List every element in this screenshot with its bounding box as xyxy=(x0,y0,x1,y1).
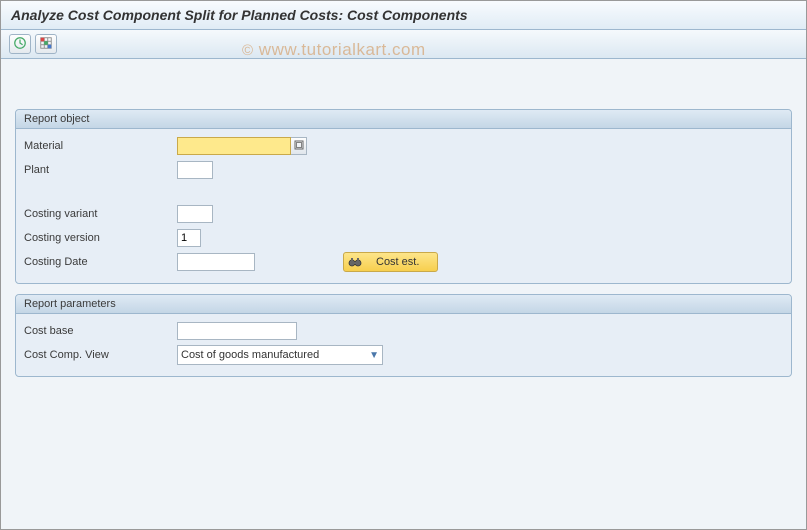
plant-label: Plant xyxy=(22,164,177,176)
grid-icon xyxy=(39,36,53,53)
costing-version-input[interactable] xyxy=(177,229,201,247)
chevron-down-icon: ▼ xyxy=(369,350,379,361)
group-report-object: Report object Material Plant xyxy=(15,109,792,284)
cost-comp-view-value: Cost of goods manufactured xyxy=(181,349,319,361)
group-report-parameters: Report parameters Cost base Cost Comp. V… xyxy=(15,294,792,377)
material-label: Material xyxy=(22,140,177,152)
cost-est-button-label: Cost est. xyxy=(376,256,419,268)
costing-variant-input[interactable] xyxy=(177,205,213,223)
cost-base-label: Cost base xyxy=(22,325,177,337)
execute-button[interactable] xyxy=(9,34,31,54)
toolbar xyxy=(1,30,806,59)
group-header-report-parameters: Report parameters xyxy=(16,295,791,314)
binoculars-icon xyxy=(348,255,362,269)
grid-button[interactable] xyxy=(35,34,57,54)
cost-comp-view-select[interactable]: Cost of goods manufactured ▼ xyxy=(177,345,383,365)
cost-est-button[interactable]: Cost est. xyxy=(343,252,438,272)
cost-base-input[interactable] xyxy=(177,322,297,340)
material-input[interactable] xyxy=(177,137,291,155)
material-search-help-button[interactable] xyxy=(291,137,307,155)
content-area: Report object Material Plant xyxy=(1,59,806,401)
group-header-report-object: Report object xyxy=(16,110,791,129)
cost-comp-view-label: Cost Comp. View xyxy=(22,349,177,361)
clock-execute-icon xyxy=(13,36,27,53)
costing-version-label: Costing version xyxy=(22,232,177,244)
plant-input[interactable] xyxy=(177,161,213,179)
costing-date-label: Costing Date xyxy=(22,256,177,268)
costing-date-input[interactable] xyxy=(177,253,255,271)
costing-variant-label: Costing variant xyxy=(22,208,177,220)
page-title: Analyze Cost Component Split for Planned… xyxy=(1,1,806,30)
search-help-icon xyxy=(294,140,304,153)
